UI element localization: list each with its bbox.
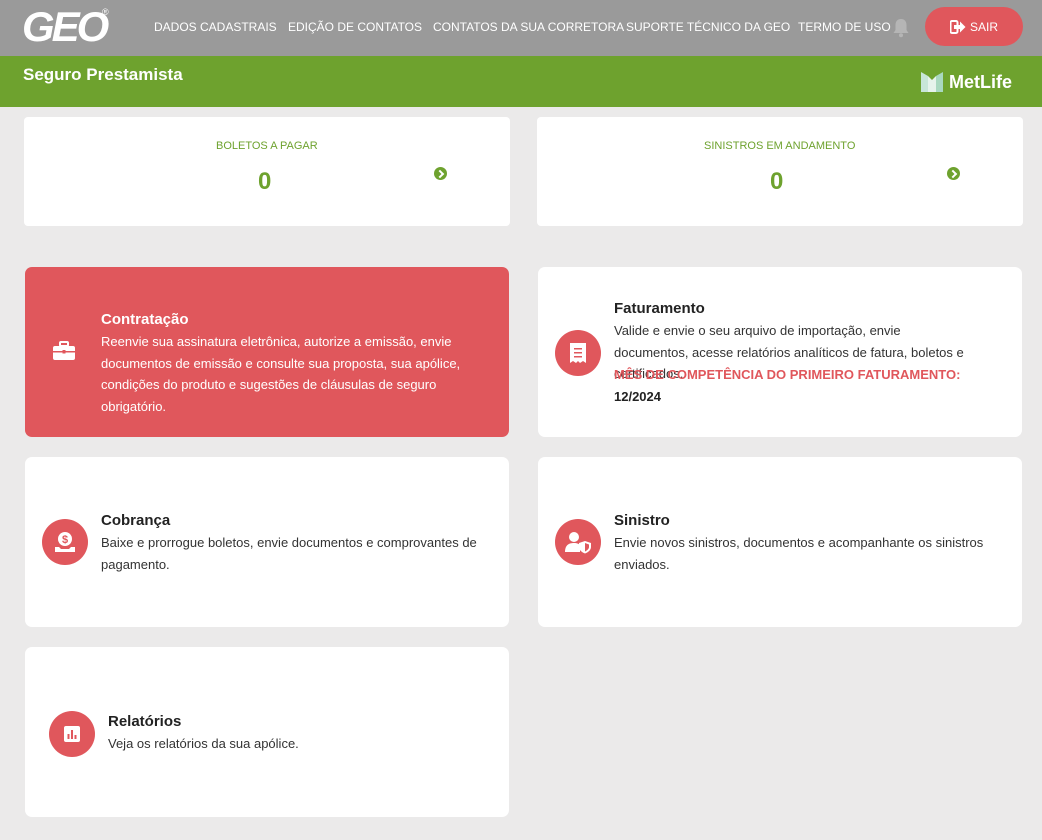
chevron-right-icon[interactable] <box>947 167 960 180</box>
page-title: Seguro Prestamista <box>23 65 183 84</box>
summary-label: SINISTROS EM ANDAMENTO <box>704 140 856 152</box>
product-banner: Seguro Prestamista MetLife <box>0 56 1042 107</box>
logout-button[interactable]: SAIR <box>925 7 1023 46</box>
summary-value: 0 <box>258 168 272 195</box>
billing-month-value: 12/2024 <box>614 389 661 404</box>
money-hand-icon: $ <box>55 532 75 552</box>
logout-label: SAIR <box>969 19 998 34</box>
chart-icon <box>64 726 80 742</box>
card-description: Veja os relatórios da sua apólice. <box>108 736 299 751</box>
svg-text:$: $ <box>62 534 68 546</box>
card-faturamento[interactable]: Faturamento Valide e envie o seu arquivo… <box>538 267 1022 437</box>
user-shield-icon <box>565 532 591 554</box>
partner-name: MetLife <box>949 71 1012 92</box>
card-icon-circle <box>49 711 95 757</box>
card-description: Envie novos sinistros, documentos e acom… <box>614 535 984 572</box>
nav-link-dados-cadastrais[interactable]: DADOS CADASTRAIS <box>154 20 277 34</box>
card-sinistro[interactable]: Sinistro Envie novos sinistros, document… <box>538 457 1022 627</box>
card-title: Cobrança <box>101 512 171 529</box>
geo-logo[interactable]: GEO ® <box>22 6 112 48</box>
summary-card-boletos: BOLETOS A PAGAR 0 <box>24 117 510 226</box>
summary-value: 0 <box>770 168 784 195</box>
bell-icon[interactable] <box>892 18 910 38</box>
receipt-icon <box>570 343 586 363</box>
summary-label: BOLETOS A PAGAR <box>216 140 318 152</box>
card-icon-circle <box>555 330 601 376</box>
billing-month-label: MÊS DE COMPETÊNCIA DO PRIMEIRO FATURAMEN… <box>614 367 961 382</box>
card-title: Contratação <box>101 311 189 328</box>
nav-link-edicao-contatos[interactable]: EDIÇÃO DE CONTATOS <box>288 20 422 34</box>
logo-registered-mark: ® <box>102 7 109 17</box>
summary-card-sinistros: SINISTROS EM ANDAMENTO 0 <box>537 117 1023 226</box>
card-description: Baixe e prorrogue boletos, envie documen… <box>101 535 477 572</box>
card-title: Faturamento <box>614 300 705 317</box>
nav-link-termo-de-uso[interactable]: TERMO DE USO <box>798 20 891 34</box>
chevron-right-icon[interactable] <box>434 167 447 180</box>
card-title: Relatórios <box>108 713 182 730</box>
card-title: Sinistro <box>614 512 670 529</box>
nav-link-contatos-corretora[interactable]: CONTATOS DA SUA CORRETORA <box>433 20 624 34</box>
briefcase-icon <box>53 341 75 360</box>
card-icon-circle: $ <box>42 519 88 565</box>
sign-out-icon <box>949 19 966 34</box>
card-cobranca[interactable]: $ Cobrança Baixe e prorrogue boletos, en… <box>25 457 509 627</box>
metlife-logo: MetLife <box>920 71 1012 93</box>
top-navigation-bar: GEO ® DADOS CADASTRAIS EDIÇÃO DE CONTATO… <box>0 0 1042 56</box>
card-icon-circle <box>555 519 601 565</box>
nav-link-suporte-tecnico[interactable]: SUPORTE TÉCNICO DA GEO <box>626 20 790 34</box>
logo-text: GEO <box>22 3 109 50</box>
card-description: Reenvie sua assinatura eletrônica, autor… <box>101 334 461 414</box>
card-contratacao[interactable]: Contratação Reenvie sua assinatura eletr… <box>25 267 509 437</box>
metlife-m-icon <box>921 72 943 92</box>
card-relatorios[interactable]: Relatórios Veja os relatórios da sua apó… <box>25 647 509 817</box>
